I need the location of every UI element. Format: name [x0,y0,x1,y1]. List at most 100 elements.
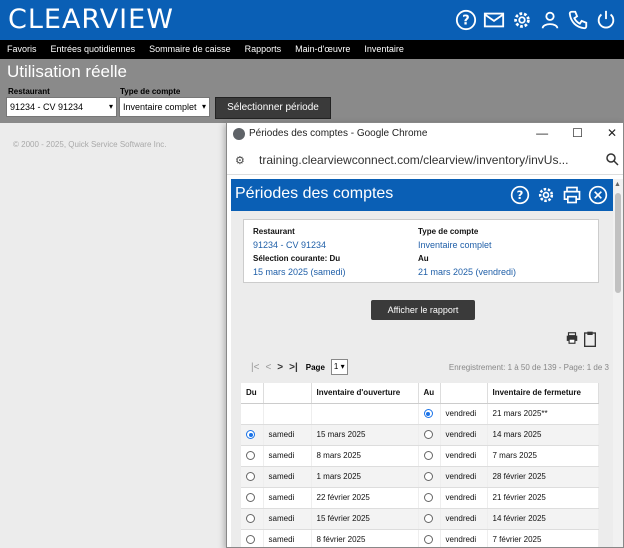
address-bar[interactable]: ⚙ training.clearviewconnect.com/clearvie… [227,147,623,175]
pagination: |< < > >| Page 1 ▾ [251,359,348,375]
from-radio[interactable] [246,430,255,440]
col-opening-inventory: Inventaire d'ouverture [311,383,419,404]
from-cell [241,508,264,530]
to-radio[interactable] [423,409,433,419]
nav-cash-summary[interactable]: Sommaire de caisse [142,40,238,59]
table-row[interactable]: samedi 8 mars 2025 vendredi 7 mars 2025 [241,445,599,467]
nav-favoris[interactable]: Favoris [0,40,44,59]
to-day-cell: vendredi [440,487,488,509]
clipboard-icon[interactable] [583,331,597,352]
print-icon[interactable] [565,331,579,352]
chevron-down-icon: ▾ [108,102,113,111]
opening-date-cell: 8 février 2025 [311,529,419,547]
to-cell [418,424,441,446]
gear-icon[interactable] [510,8,534,32]
nav-reports[interactable]: Rapports [238,40,289,59]
main-nav: Favoris Entrées quotidiennes Sommaire de… [0,40,624,59]
from-day-cell: samedi [263,508,312,530]
table-header-row: Du Inventaire d'ouverture Au Inventaire … [241,383,599,404]
to-radio[interactable] [423,535,433,545]
from-day-cell: samedi [263,487,312,509]
power-icon[interactable] [594,8,618,32]
app-logo: CLEARVIEW [8,4,174,35]
prev-page-icon[interactable]: < [265,362,271,373]
closing-date-cell: 21 février 2025 [487,487,599,509]
table-row[interactable]: samedi 15 février 2025 vendredi 14 février … [241,508,599,530]
help-icon[interactable]: ? [509,184,531,206]
phone-icon[interactable] [566,8,590,32]
last-page-icon[interactable]: >| [289,362,298,373]
restaurant-select-value: 91234 - CV 91234 [10,102,84,112]
close-circle-icon[interactable] [587,184,609,206]
to-radio[interactable] [423,451,433,461]
nav-labor[interactable]: Main-d'œuvre [288,40,357,59]
user-icon[interactable] [538,8,562,32]
to-radio[interactable] [423,430,433,440]
info-to-value: 21 mars 2025 (vendredi) [418,267,517,277]
window-titlebar: Périodes des comptes - Google Chrome — ☐… [227,123,623,145]
account-type-select-value: Inventaire complet [123,102,197,112]
nav-daily-entries[interactable]: Entrées quotidiennes [44,40,143,59]
scroll-thumb[interactable] [615,193,621,293]
from-day-cell: samedi [263,529,312,547]
maximize-icon[interactable]: ☐ [572,126,583,140]
page-select[interactable]: 1 ▾ [330,359,348,375]
to-day-cell: vendredi [440,466,488,488]
from-radio[interactable] [246,535,255,545]
page-select-value: 1 [333,362,339,371]
show-report-button[interactable]: Afficher le rapport [371,300,475,320]
table-row[interactable]: samedi 22 février 2025 vendredi 21 février … [241,487,599,509]
next-page-icon[interactable]: > [277,362,283,373]
from-radio[interactable] [246,493,255,503]
table-row[interactable]: samedi 15 mars 2025 vendredi 14 mars 2025 [241,424,599,446]
table-row[interactable]: samedi 1 mars 2025 vendredi 28 février 2025 [241,466,599,488]
info-account-type-label: Type de compte [418,227,479,236]
opening-date-cell: 22 février 2025 [311,487,419,509]
from-day-cell [263,403,312,425]
window-controls: — ☐ ✕ [536,126,617,140]
scroll-up-icon[interactable]: ▲ [614,181,621,188]
copyright-text: © 2000 - 2025, Quick Service Software In… [13,140,167,149]
url-text[interactable]: training.clearviewconnect.com/clearview/… [259,153,589,167]
help-icon[interactable]: ? [454,8,478,32]
print-icon[interactable] [561,184,583,206]
closing-date-cell: 14 février 2025 [487,508,599,530]
from-cell [241,487,264,509]
closing-date-cell: 28 février 2025 [487,466,599,488]
from-radio[interactable] [246,472,255,482]
from-radio[interactable] [246,451,255,461]
to-cell [418,508,441,530]
from-radio[interactable] [246,514,255,524]
to-radio[interactable] [423,472,433,482]
site-settings-icon[interactable]: ⚙ [235,154,245,167]
account-type-select[interactable]: Inventaire complet ▾ [119,97,210,117]
first-page-icon[interactable]: |< [251,362,259,373]
gear-icon[interactable] [535,184,557,206]
select-period-button[interactable]: Sélectionner période [215,97,331,119]
account-type-label: Type de compte [120,87,181,96]
opening-date-cell: 1 mars 2025 [311,466,419,488]
closing-date-cell: 21 mars 2025** [487,403,599,425]
opening-date-cell: 8 mars 2025 [311,445,419,467]
app-header: CLEARVIEW ? [0,0,624,40]
popup-header: Périodes des comptes ? [231,179,613,211]
zoom-icon[interactable] [605,152,619,171]
restaurant-select[interactable]: 91234 - CV 91234 ▾ [6,97,117,117]
to-radio[interactable] [423,493,433,503]
close-icon[interactable]: ✕ [607,126,617,140]
from-cell [241,466,264,488]
to-radio[interactable] [423,514,433,524]
nav-inventory[interactable]: Inventaire [357,40,411,59]
minimize-icon[interactable]: — [536,126,548,140]
restaurant-label: Restaurant [8,87,50,96]
col-to-day [440,383,488,404]
from-cell [241,424,264,446]
table-row[interactable]: samedi 8 février 2025 vendredi 7 février 20… [241,529,599,547]
info-current-from-label: Sélection courante: Du [253,254,341,263]
info-restaurant-label: Restaurant [253,227,295,236]
mail-icon[interactable] [482,8,506,32]
chrome-icon [233,128,245,140]
table-row[interactable]: vendredi 21 mars 2025** [241,403,599,425]
table-tools [565,331,597,352]
popup-scrollbar[interactable]: ▲ [613,179,623,547]
